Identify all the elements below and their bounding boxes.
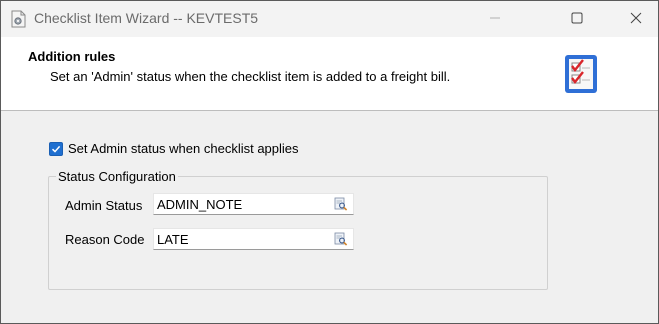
checkmark-icon: [51, 145, 61, 153]
maximize-icon: [571, 12, 583, 27]
admin-status-lookup-button[interactable]: [332, 195, 350, 213]
reason-code-value[interactable]: LATE: [157, 232, 332, 247]
admin-status-value[interactable]: ADMIN_NOTE: [157, 197, 332, 212]
admin-status-option[interactable]: Set Admin status when checklist applies: [49, 141, 299, 156]
lookup-icon: [334, 232, 348, 246]
maximize-button[interactable]: [554, 1, 600, 37]
close-button[interactable]: [613, 1, 659, 37]
reason-code-label: Reason Code: [65, 232, 145, 247]
wizard-header: Addition rules Set an 'Admin' status whe…: [1, 37, 658, 111]
lookup-icon: [334, 197, 348, 211]
checklist-icon: [561, 51, 601, 95]
close-icon: [630, 12, 642, 27]
wizard-app-icon: [10, 10, 26, 28]
title-bar[interactable]: Checklist Item Wizard -- KEVTEST5: [1, 1, 658, 37]
page-description: Set an 'Admin' status when the checklist…: [50, 69, 451, 84]
admin-status-field[interactable]: ADMIN_NOTE: [153, 193, 354, 215]
set-admin-status-checkbox[interactable]: [49, 141, 63, 156]
window-title: Checklist Item Wizard -- KEVTEST5: [34, 10, 259, 26]
minimize-button[interactable]: [472, 1, 518, 37]
set-admin-status-label[interactable]: Set Admin status when checklist applies: [68, 141, 299, 156]
status-configuration-title: Status Configuration: [56, 169, 178, 184]
admin-status-label: Admin Status: [65, 198, 143, 213]
minimize-icon: [489, 12, 501, 27]
page-title: Addition rules: [28, 49, 116, 64]
wizard-window: Checklist Item Wizard -- KEVTEST5 Additi…: [0, 0, 659, 324]
reason-code-field[interactable]: LATE: [153, 228, 354, 250]
reason-code-lookup-button[interactable]: [332, 230, 350, 248]
